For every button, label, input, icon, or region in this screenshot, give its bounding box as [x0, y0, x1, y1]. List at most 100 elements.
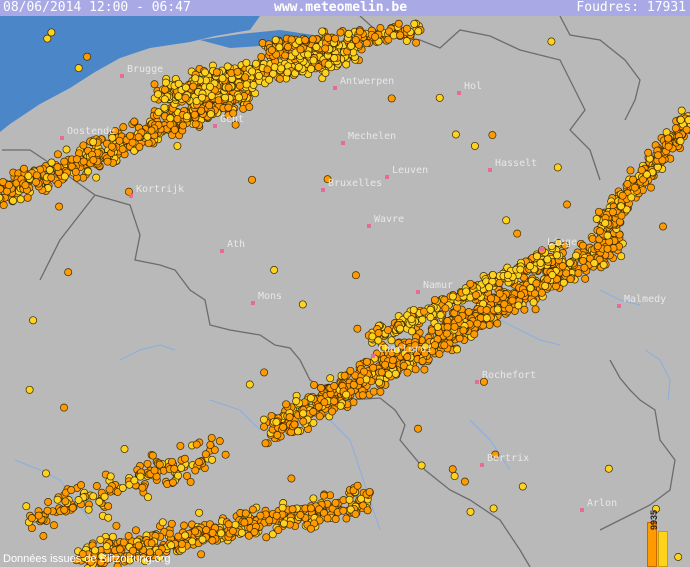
strike-dot	[208, 455, 217, 464]
strike-dot	[104, 513, 113, 522]
strike-dot	[595, 227, 604, 236]
strike-dot	[181, 93, 190, 102]
strike-dot	[279, 423, 288, 432]
strike-dot	[306, 394, 315, 403]
strike-dot	[448, 465, 457, 474]
strike-dot	[309, 494, 318, 503]
strike-dot	[191, 466, 200, 475]
city-dot	[480, 463, 484, 467]
strike-dot	[590, 259, 599, 268]
strike-dot	[186, 477, 195, 486]
city-label: Antwerpen	[340, 76, 395, 87]
strike-dot	[103, 157, 112, 166]
city-dot	[120, 74, 124, 78]
strike-dot	[578, 241, 587, 250]
strike-dot	[169, 478, 177, 487]
strike-dot	[148, 451, 157, 460]
city-dot	[251, 301, 255, 305]
strike-dot	[250, 528, 259, 536]
strike-dot	[74, 496, 83, 504]
strike-dot	[314, 63, 323, 72]
strike-dot	[630, 183, 639, 192]
strike-dot	[676, 115, 685, 124]
strike-dot	[143, 459, 152, 468]
strike-dot	[308, 35, 317, 44]
strike-dot	[454, 315, 463, 324]
strike-dot	[617, 202, 625, 211]
strike-dot	[21, 181, 30, 190]
strike-dot	[417, 461, 426, 470]
strike-dot	[381, 360, 390, 369]
site-link[interactable]: www.meteomelin.be	[274, 0, 407, 16]
strike-dot	[547, 37, 556, 46]
strike-dot	[134, 541, 143, 550]
strike-dot	[24, 171, 33, 180]
city-dot	[385, 175, 389, 179]
strike-dot	[22, 502, 31, 511]
strike-dot	[221, 450, 230, 459]
strike-dot	[177, 540, 186, 548]
strike-dot	[287, 35, 296, 44]
strike-dot	[252, 59, 260, 68]
strike-dot	[150, 466, 159, 475]
strike-dot	[278, 503, 287, 512]
strike-dot	[170, 464, 179, 473]
city-label: Oostende	[67, 126, 116, 137]
strike-dot	[265, 75, 274, 84]
data-credit: Données issues de Blitzortung.org	[3, 553, 171, 565]
strike-dot	[235, 81, 244, 90]
strike-dot	[618, 191, 627, 200]
strike-dot	[53, 495, 62, 504]
strike-dot	[306, 524, 315, 533]
strike-dot	[272, 511, 281, 520]
strike-dot	[384, 370, 393, 379]
strike-dot	[365, 487, 374, 496]
strike-dot	[588, 234, 597, 243]
strike-dot	[60, 403, 68, 412]
strike-dot	[349, 380, 358, 389]
strike-dot	[553, 163, 562, 172]
strike-dot	[259, 415, 268, 424]
city-dot	[129, 194, 133, 198]
city-dot	[371, 354, 375, 358]
strike-dot	[553, 251, 561, 260]
strike-dot	[273, 431, 282, 439]
strike-dot	[533, 252, 541, 261]
strike-dot	[215, 437, 224, 446]
strike-dot	[495, 278, 504, 287]
strike-dot	[603, 231, 612, 240]
strike-dot	[197, 106, 206, 115]
strike-dot	[179, 121, 188, 130]
strike-dot	[270, 63, 279, 72]
strike-dot	[275, 43, 284, 52]
strike-dot	[388, 356, 397, 365]
strike-dot	[285, 413, 294, 422]
strike-dot	[344, 29, 353, 38]
strike-dot	[440, 295, 449, 304]
strike-dot	[255, 71, 263, 80]
strike-dot	[376, 387, 385, 396]
strike-count: Foudres: 17931	[576, 0, 686, 15]
strike-dot	[664, 142, 673, 151]
strike-dot	[644, 148, 653, 157]
strike-dot	[194, 458, 203, 467]
strike-dot	[267, 46, 276, 55]
strike-dot	[671, 124, 680, 133]
strike-dot	[241, 73, 250, 82]
strike-dot	[430, 295, 439, 304]
strike-dot	[207, 91, 216, 100]
strike-dot	[436, 311, 445, 320]
strike-dot	[115, 136, 124, 145]
strike-dot	[292, 397, 301, 406]
strike-dot	[288, 505, 297, 514]
strike-dot	[487, 294, 495, 303]
strike-dot	[485, 283, 494, 292]
strike-dot	[301, 36, 310, 44]
strike-dot	[562, 269, 571, 278]
strike-dot	[27, 514, 36, 523]
strike-dot	[402, 37, 411, 45]
strike-dot	[53, 163, 62, 172]
strike-dot	[20, 164, 28, 173]
strike-dot	[274, 525, 283, 534]
strike-dot	[277, 64, 286, 73]
